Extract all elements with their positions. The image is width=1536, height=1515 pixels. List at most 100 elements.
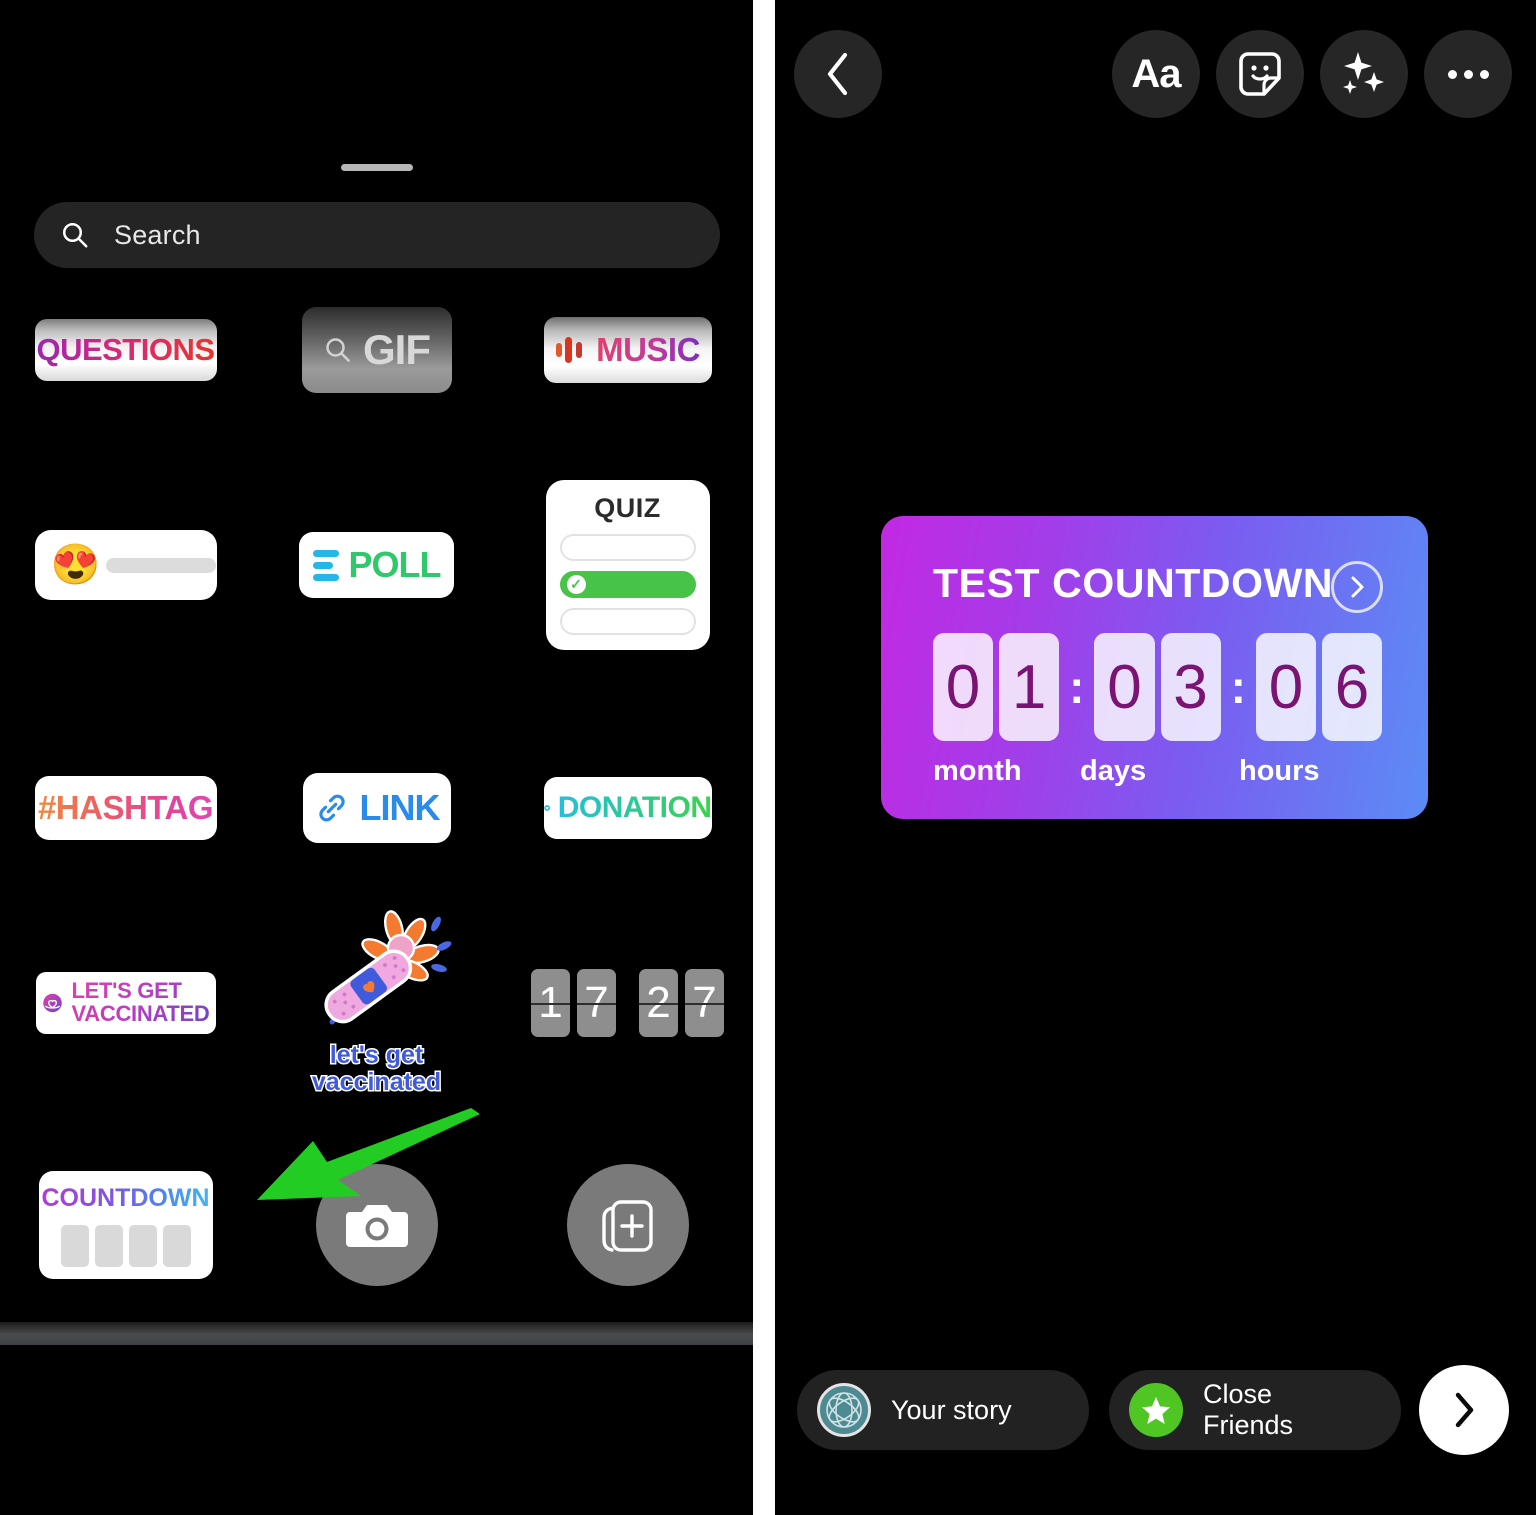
sticker-row: QUESTIONS GIF MUSIC [0,290,753,410]
sticker-questions[interactable]: QUESTIONS [34,319,217,381]
sticker-cell: 😍 [0,530,251,600]
sticker-quiz-label: QUIZ [594,493,661,523]
sticker-flip-clock[interactable]: 1 7 2 7 [531,968,724,1037]
flip-digit: 7 [577,968,616,1037]
countdown-label-days: days [1080,755,1147,787]
sparkles-icon [1343,52,1384,94]
search-placeholder: Search [114,219,201,250]
sticker-row: COUNTDOWN [0,1110,753,1340]
sticker-hashtag[interactable]: #HASHTAG [34,775,217,840]
sticker-cell: QUESTIONS [0,319,251,381]
sticker-questions-label: QUESTIONS [36,332,215,367]
sticker-quiz[interactable]: QUIZ ✓ [545,480,710,650]
countdown-title: TEST COUNTDOWN [933,560,1334,606]
flip-gap [623,969,632,1037]
quiz-option [559,534,696,561]
chevron-right-circle-icon[interactable] [1331,561,1383,613]
sticker-bandage-flower[interactable]: let's get vaccinated [302,910,452,1097]
camera-button[interactable] [315,1164,438,1286]
sticker-cell [502,1164,753,1286]
flip-digit: 7 [685,968,724,1037]
flip-digit: 1 [531,968,570,1037]
sticker-row: #HASHTAG LINK DONATION [0,720,753,895]
green-star-icon [1129,1383,1183,1437]
sticker-music[interactable]: MUSIC [543,317,712,383]
quiz-option [559,608,696,635]
heart-eyes-emoji-icon: 😍 [50,543,101,587]
sticker-vaccinated-label: LET'S GET VACCINATED [71,978,210,1026]
sheet-drag-handle[interactable] [340,164,413,171]
sticker-music-label: MUSIC [596,331,700,368]
chevron-right-icon [1455,1392,1474,1428]
sticker-countdown[interactable]: COUNTDOWN [38,1171,213,1279]
more-options-button[interactable] [1424,30,1512,118]
sticker-poll[interactable]: POLL [299,532,454,598]
countdown-label-month: month [933,755,1022,787]
sticker-poll-label: POLL [348,544,442,585]
sticker-sheet: Search QUESTIONS GIF MUSIC 😍 POLL QUIZ ✓… [0,0,753,1345]
more-dots-icon [1447,69,1489,79]
countdown-digits: 0 1 : 0 3 : 0 6 [933,633,1388,741]
sticker-link[interactable]: LINK [302,772,451,843]
sticker-donation[interactable]: DONATION [543,776,712,839]
sticker-row: 😍 POLL QUIZ ✓ [0,410,753,720]
countdown-slots [60,1224,191,1267]
music-bars-icon [556,337,583,363]
search-input[interactable]: Search [34,202,720,268]
text-tool-button[interactable]: Aa [1112,30,1200,118]
countdown-digit-month-ones: 1 [999,633,1060,741]
sticker-gif[interactable]: GIF [301,307,452,393]
star-icon [1142,1397,1170,1424]
sticker-cell: let's get vaccinated [251,910,502,1097]
right-panel-story-composer: Aa TEST COUNTDOWN 0 1: 0 3: 0 6 month … [775,0,1536,1515]
sticker-cell: LET'S GET VACCINATED [0,971,251,1034]
bandage-flower-icon [323,910,451,1025]
countdown-digit-days-ones: 3 [1160,633,1221,741]
check-icon: ✓ [566,575,586,594]
sticker-cell [251,1164,502,1286]
sticker-cell: LINK [251,772,502,843]
sticker-lets-get-vaccinated[interactable]: LET'S GET VACCINATED [35,971,216,1034]
composer-toolbar: Aa [775,30,1536,120]
sticker-tool-button[interactable] [1216,30,1304,118]
sticker-cell: 1 7 2 7 [502,968,753,1037]
countdown-sticker-placed[interactable]: TEST COUNTDOWN 0 1 : 0 3 : 0 6 month day… [881,516,1428,819]
sheet-bottom-edge [0,1322,753,1345]
close-friends-button[interactable]: Close Friends [1109,1370,1401,1450]
countdown-digit-hours-ones: 6 [1321,633,1383,741]
your-story-label: Your story [891,1394,1012,1425]
sticker-smiley-icon [1239,52,1281,96]
gallery-add-button[interactable] [566,1164,689,1286]
countdown-separator: : [1230,661,1246,713]
sticker-hashtag-label: #HASHTAG [37,788,214,826]
back-button[interactable] [794,30,882,118]
sticker-cell: QUIZ ✓ [502,480,753,650]
countdown-digit-hours-tens: 0 [1255,633,1316,741]
share-bar: Your story Close Friends [775,1365,1536,1455]
chevron-left-icon [827,52,848,96]
sticker-cell: #HASHTAG [0,775,251,840]
countdown-label-hours: hours [1238,755,1320,787]
sticker-row: LET'S GET VACCINATED let's get vaccinate… [0,895,753,1110]
slider-track [106,557,217,573]
sticker-link-label: LINK [359,786,441,828]
sticker-emoji-slider[interactable]: 😍 [34,530,217,600]
your-story-button[interactable]: Your story [797,1370,1089,1450]
text-tool-label: Aa [1131,51,1181,96]
countdown-digit-days-tens: 0 [1094,633,1155,741]
sticker-cell: MUSIC [502,317,753,383]
screenshot-root: Search QUESTIONS GIF MUSIC 😍 POLL QUIZ ✓… [0,0,1536,1515]
vaccine-heart-ribbon-icon [42,993,62,1012]
avatar-globe-icon [826,1392,862,1428]
quiz-option-correct: ✓ [559,571,696,598]
close-friends-label: Close Friends [1203,1379,1294,1440]
chevron-right-icon [1351,576,1364,598]
countdown-unit-labels: month days hours [933,755,1388,788]
search-icon [63,223,88,248]
link-chain-icon [318,794,345,821]
countdown-digit-month-tens: 0 [933,633,994,741]
next-button[interactable] [1419,1365,1509,1455]
sticker-bandage-flower-label: let's get vaccinated [310,1041,442,1097]
effects-button[interactable] [1320,30,1408,118]
left-panel-sticker-tray: Search QUESTIONS GIF MUSIC 😍 POLL QUIZ ✓… [0,0,753,1515]
